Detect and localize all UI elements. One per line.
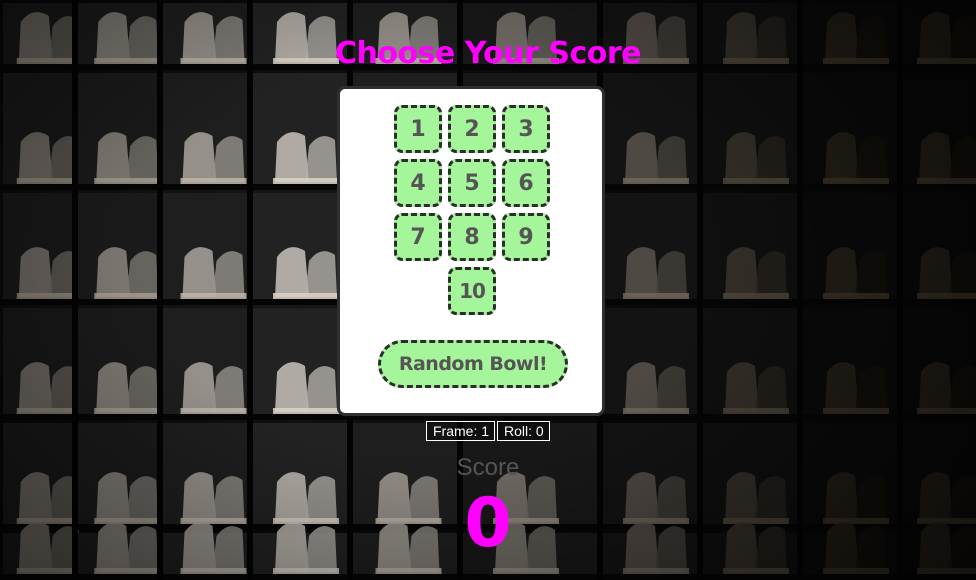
shoe-cubby	[250, 193, 350, 305]
random-bowl-button[interactable]: Random Bowl!	[378, 340, 568, 388]
shoe-cubby	[0, 73, 83, 190]
pin-button-7[interactable]: 7	[394, 213, 442, 261]
shoe-cubby	[700, 193, 800, 305]
shoe-cubby	[700, 73, 800, 190]
shoe-cubby	[75, 73, 161, 190]
shoe-cubby	[800, 308, 900, 420]
frame-indicator: Frame: 1	[426, 421, 496, 441]
shoe-cubby	[0, 193, 83, 305]
shoe-cubby	[800, 73, 900, 190]
shoe-cubby	[160, 193, 250, 305]
shoe-cubby	[160, 308, 250, 420]
shoe-cubby	[75, 193, 161, 305]
pin-button-1[interactable]: 1	[394, 105, 442, 153]
pin-button-10[interactable]: 10	[448, 267, 496, 315]
page-title: Choose Your Score	[334, 36, 642, 71]
roll-indicator: Roll: 0	[497, 421, 550, 441]
shoe-cubby	[700, 308, 800, 420]
score-picker-card: 1 2 3 4 5 6 7 8 9 10 Random Bowl!	[337, 86, 605, 416]
game-status: Frame: 1 Roll: 0	[426, 421, 550, 441]
score-value: 0	[464, 484, 512, 563]
pin-button-9[interactable]: 9	[502, 213, 550, 261]
shoe-cubby	[900, 193, 976, 305]
shoe-cubby	[600, 308, 700, 420]
pin-button-5[interactable]: 5	[448, 159, 496, 207]
pin-button-4[interactable]: 4	[394, 159, 442, 207]
shoe-cubby	[600, 73, 700, 190]
shoe-cubby	[600, 193, 700, 305]
pin-button-2[interactable]: 2	[448, 105, 496, 153]
shoe-cubby	[0, 308, 83, 420]
shoe-cubby	[900, 73, 976, 190]
shoe-cubby	[800, 193, 900, 305]
pin-button-grid: 1 2 3 4 5 6 7 8 9 10	[394, 105, 550, 315]
pin-button-8[interactable]: 8	[448, 213, 496, 261]
score-label: Score	[456, 454, 520, 481]
shoe-cubby	[250, 73, 350, 190]
shoe-cubby	[900, 308, 976, 420]
pin-button-3[interactable]: 3	[502, 105, 550, 153]
shoe-cubby	[250, 308, 350, 420]
shoe-cubby	[75, 308, 161, 420]
pin-button-6[interactable]: 6	[502, 159, 550, 207]
shoe-cubby	[160, 73, 250, 190]
